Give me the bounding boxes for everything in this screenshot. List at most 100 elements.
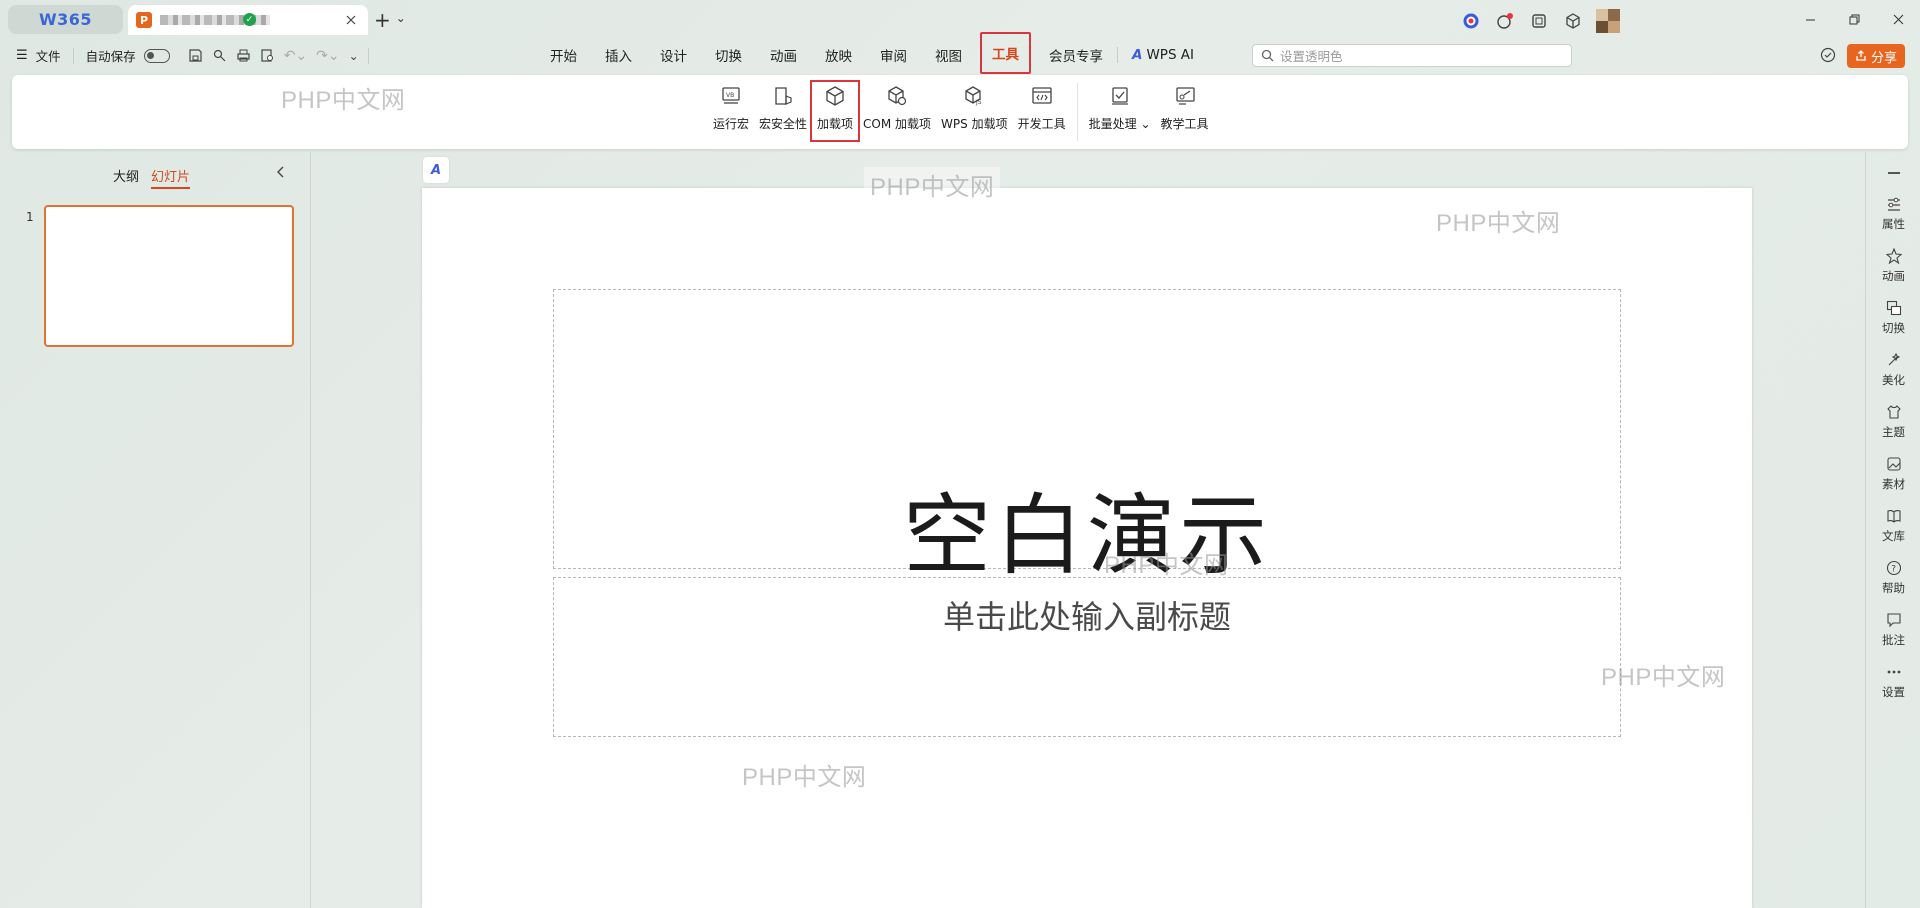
tab-view[interactable]: 视图 <box>921 40 976 70</box>
tab-slideshow[interactable]: 放映 <box>811 40 866 70</box>
divider <box>1076 83 1078 141</box>
cube-app-icon[interactable] <box>1562 10 1584 32</box>
run-macro-icon: VB <box>718 83 744 109</box>
hamburger-menu-icon[interactable]: ☰ <box>16 48 28 63</box>
ai-float-logo-icon: A <box>430 162 442 178</box>
slide-thumbnail[interactable] <box>44 205 294 347</box>
ribbon-toolbar: VB 运行宏 宏安全性 加载项 COM 加载项 JS WPS 加载项 开发工具 … <box>12 75 1908 149</box>
search-icon <box>1261 49 1274 62</box>
doc-badge-letter: P <box>139 13 149 27</box>
export-pdf-icon[interactable] <box>212 48 227 63</box>
help-icon: ? <box>1884 558 1904 578</box>
developer-tools-icon <box>1029 83 1055 109</box>
slide-canvas[interactable]: 空白演示 单击此处输入副标题 <box>422 188 1752 908</box>
ai-assistant-icon[interactable] <box>1460 10 1482 32</box>
macro-security-button[interactable]: 宏安全性 <box>754 83 812 139</box>
new-tab-button[interactable]: + <box>374 8 391 32</box>
tab-wps-ai[interactable]: A WPS AI <box>1118 40 1208 70</box>
share-label: 分享 <box>1870 50 1897 66</box>
tab-transition[interactable]: 切换 <box>701 40 756 70</box>
comments-label: 批注 <box>1882 633 1905 647</box>
autosave-toggle[interactable] <box>143 48 170 63</box>
app-home-tab[interactable]: W365 <box>8 5 123 34</box>
tab-tools[interactable]: 工具 <box>980 32 1031 74</box>
tab-design[interactable]: 设计 <box>646 40 701 70</box>
save-icon[interactable] <box>188 48 203 63</box>
subtitle-placeholder[interactable]: 单击此处输入副标题 <box>553 577 1621 737</box>
tab-review[interactable]: 审阅 <box>866 40 921 70</box>
restore-icon[interactable] <box>1832 0 1876 38</box>
tab-home[interactable]: 开始 <box>536 40 591 70</box>
minimize-icon[interactable] <box>1788 0 1832 38</box>
materials-label: 素材 <box>1882 477 1905 491</box>
batch-processing-button[interactable]: 批量处理 ⌄ <box>1084 83 1156 139</box>
run-macro-button[interactable]: VB 运行宏 <box>708 83 754 139</box>
tab-insert[interactable]: 插入 <box>591 40 646 70</box>
sidebar-item-library[interactable]: 文库 <box>1866 506 1920 544</box>
com-add-ins-icon <box>884 83 910 109</box>
com-add-ins-button[interactable]: COM 加载项 <box>858 83 936 139</box>
svg-text:VB: VB <box>726 92 734 99</box>
tab-animation[interactable]: 动画 <box>756 40 811 70</box>
ai-float-button[interactable]: A <box>423 157 449 183</box>
sidebar-item-animation[interactable]: 动画 <box>1866 246 1920 284</box>
more-quick-access-icon[interactable]: ⌄ <box>349 49 359 63</box>
add-ins-cube-icon <box>822 83 848 109</box>
tab-member[interactable]: 会员专享 <box>1035 40 1117 70</box>
library-label: 文库 <box>1882 529 1905 543</box>
cloud-saved-icon: ✓ <box>243 13 256 26</box>
theme-shirt-icon <box>1884 402 1904 422</box>
teaching-tools-label: 教学工具 <box>1160 117 1209 131</box>
presentation-file-icon: P <box>136 12 152 28</box>
sidebar-item-comments[interactable]: 批注 <box>1866 610 1920 648</box>
add-ins-label: 加载项 <box>817 117 854 131</box>
close-window-icon[interactable] <box>1876 0 1920 38</box>
com-add-ins-label: COM 加载项 <box>863 117 932 131</box>
panel-divider[interactable] <box>310 152 311 908</box>
print-icon[interactable] <box>236 48 251 63</box>
autosave-label: 自动保存 <box>85 49 136 64</box>
macro-security-icon <box>770 83 796 109</box>
tab-list-dropdown-icon[interactable]: ⌄ <box>396 11 406 25</box>
properties-label: 属性 <box>1882 217 1905 231</box>
print-preview-icon[interactable] <box>260 48 275 63</box>
theme-label: 主题 <box>1882 425 1905 439</box>
share-button[interactable]: 分享 <box>1847 44 1905 68</box>
share-icon <box>1856 50 1866 61</box>
animation-label: 动画 <box>1882 269 1905 283</box>
slides-tab[interactable]: 幻灯片 <box>151 166 191 189</box>
outline-tab[interactable]: 大纲 <box>113 166 139 189</box>
message-icon[interactable] <box>1494 10 1516 32</box>
sidebar-item-properties[interactable]: 属性 <box>1866 194 1920 232</box>
add-ins-button[interactable]: 加载项 <box>810 80 861 142</box>
sidebar-item-beautify[interactable]: 美化 <box>1866 350 1920 388</box>
collapse-panel-icon[interactable] <box>276 166 286 178</box>
transition-label: 切换 <box>1882 321 1905 335</box>
window-layout-icon[interactable] <box>1528 10 1550 32</box>
teaching-tools-button[interactable]: 教学工具 <box>1156 83 1214 139</box>
redo-icon[interactable]: ↷⌄ <box>316 48 339 64</box>
cloud-sync-icon[interactable] <box>1820 47 1836 63</box>
slide-navigator-panel: 大纲 幻灯片 1 <box>0 152 310 908</box>
right-sidebar: 属性 动画 切换 美化 主题 素材 文库 ? 帮助 批注 设置 <box>1865 152 1920 908</box>
close-tab-icon[interactable] <box>342 11 360 29</box>
sidebar-minimize-icon[interactable] <box>1888 172 1900 174</box>
slide-title[interactable]: 空白演示 <box>554 465 1620 592</box>
command-search-input[interactable]: 设置透明色 <box>1252 44 1572 67</box>
sidebar-item-settings[interactable]: 设置 <box>1866 662 1920 700</box>
wps-ai-label: WPS AI <box>1146 47 1195 63</box>
wps-add-ins-button[interactable]: JS WPS 加载项 <box>936 83 1013 139</box>
title-bar: W365 P ✓ + ⌄ <box>0 0 1920 40</box>
undo-icon[interactable]: ↶⌄ <box>284 48 307 64</box>
sidebar-item-materials[interactable]: 素材 <box>1866 454 1920 492</box>
comments-icon <box>1884 610 1904 630</box>
user-avatar[interactable] <box>1596 9 1620 33</box>
sidebar-item-theme[interactable]: 主题 <box>1866 402 1920 440</box>
sidebar-item-help[interactable]: ? 帮助 <box>1866 558 1920 596</box>
developer-tools-button[interactable]: 开发工具 <box>1013 83 1071 139</box>
document-tab[interactable]: P ✓ <box>128 5 368 35</box>
file-menu[interactable]: 文件 <box>36 46 61 65</box>
sidebar-item-transition[interactable]: 切换 <box>1866 298 1920 336</box>
title-placeholder[interactable]: 空白演示 <box>553 289 1621 587</box>
slide-subtitle[interactable]: 单击此处输入副标题 <box>554 592 1620 638</box>
